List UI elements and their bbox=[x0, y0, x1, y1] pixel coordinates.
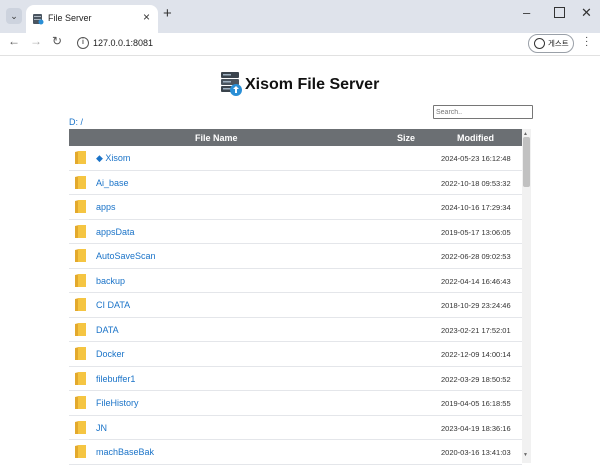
close-window-icon[interactable]: ✕ bbox=[581, 5, 592, 21]
table-row[interactable]: appsData 2019-05-17 13:06:05 bbox=[69, 220, 522, 244]
folder-icon bbox=[75, 249, 86, 262]
table-scrollbar[interactable]: ▲ ▼ bbox=[522, 129, 531, 463]
file-name-link[interactable]: machBaseBak bbox=[96, 447, 154, 457]
folder-icon bbox=[75, 347, 86, 360]
table-row[interactable]: Ai_base 2022-10-18 09:53:32 bbox=[69, 171, 522, 195]
minimize-icon[interactable]: – bbox=[523, 5, 530, 20]
table-row[interactable]: DATA 2023-02-21 17:52:01 bbox=[69, 318, 522, 342]
file-name-link[interactable]: Ai_base bbox=[96, 178, 129, 188]
modified-date: 2022-06-28 09:02:53 bbox=[441, 252, 511, 261]
modified-date: 2023-02-21 17:52:01 bbox=[441, 325, 511, 335]
server-favicon-icon bbox=[33, 14, 44, 25]
scroll-down-icon[interactable]: ▼ bbox=[523, 452, 528, 458]
table-row[interactable]: AutoSaveScan 2022-06-28 09:02:53 bbox=[69, 244, 522, 269]
file-name-link[interactable]: FileHistory bbox=[96, 398, 139, 408]
back-arrow-icon[interactable]: ← bbox=[8, 34, 20, 48]
modified-date: 2024-10-16 17:29:34 bbox=[441, 203, 511, 212]
modified-date: 2022-12-09 14:00:14 bbox=[441, 350, 511, 359]
modified-date: 2023-04-19 18:36:16 bbox=[441, 423, 511, 433]
modified-date: 2018-10-29 23:24:46 bbox=[441, 301, 511, 310]
reload-icon[interactable]: ↻ bbox=[52, 34, 62, 48]
profile-button[interactable]: 게스트 bbox=[528, 34, 574, 53]
file-name-link[interactable]: filebuffer1 bbox=[96, 374, 135, 384]
file-name-link[interactable]: JN bbox=[96, 423, 107, 433]
folder-icon bbox=[75, 151, 86, 164]
breadcrumb-path[interactable]: D: / bbox=[69, 117, 83, 127]
forward-arrow-icon[interactable]: → bbox=[30, 34, 42, 48]
folder-icon bbox=[75, 420, 86, 434]
modified-date: 2024-05-23 16:12:48 bbox=[441, 154, 511, 163]
maximize-icon[interactable] bbox=[554, 7, 565, 18]
table-row[interactable]: machBaseBak 2020-03-16 13:41:03 bbox=[69, 440, 522, 465]
address-bar[interactable]: 127.0.0.1:8081 bbox=[93, 38, 153, 48]
column-header-size[interactable]: Size bbox=[397, 133, 415, 143]
table-row[interactable]: FileHistory 2019-04-05 16:18:55 bbox=[69, 391, 522, 416]
browser-toolbar: ← → ↻ i 127.0.0.1:8081 게스트 · · · bbox=[0, 33, 600, 53]
modified-date: 2019-05-17 13:06:05 bbox=[441, 227, 511, 237]
modified-date: 2022-03-29 18:50:52 bbox=[441, 374, 511, 384]
profile-label: 게스트 bbox=[548, 39, 569, 48]
table-row[interactable]: filebuffer1 2022-03-29 18:50:52 bbox=[69, 367, 522, 391]
file-list: ◆ Xisom 2024-05-23 16:12:48 Ai_base 2022-1… bbox=[69, 146, 522, 465]
search-input[interactable] bbox=[433, 105, 533, 119]
folder-icon bbox=[75, 445, 86, 458]
file-name-link[interactable]: Docker bbox=[96, 349, 125, 359]
file-name-link[interactable]: AutoSaveScan bbox=[96, 251, 156, 261]
page-title: Xisom File Server bbox=[245, 76, 380, 93]
tab-strip: ⌄ File Server × + – ✕ bbox=[0, 0, 600, 33]
modified-date: 2022-04-14 16:46:43 bbox=[441, 276, 511, 286]
folder-icon bbox=[75, 200, 86, 213]
file-name-link[interactable]: backup bbox=[96, 276, 125, 286]
column-header-modified[interactable]: Modified bbox=[457, 133, 494, 143]
tab-search-button[interactable]: ⌄ bbox=[6, 8, 22, 24]
folder-icon bbox=[75, 273, 86, 287]
folder-icon bbox=[75, 396, 86, 409]
table-row[interactable]: Docker 2022-12-09 14:00:14 bbox=[69, 342, 522, 367]
tab-title: File Server bbox=[48, 13, 92, 23]
menu-kebab-icon[interactable]: · · · bbox=[585, 33, 588, 51]
folder-icon bbox=[75, 298, 86, 311]
table-row[interactable]: apps 2024-10-16 17:29:34 bbox=[69, 195, 522, 220]
file-server-logo-icon bbox=[221, 72, 242, 96]
file-name-link[interactable]: appsData bbox=[96, 227, 135, 237]
tab-close-icon[interactable]: × bbox=[143, 10, 150, 24]
scroll-thumb[interactable] bbox=[523, 137, 530, 187]
folder-icon bbox=[75, 322, 86, 336]
page-content: Xisom File Server D: / File Name Size Mo… bbox=[0, 55, 600, 465]
table-row[interactable]: backup 2022-04-14 16:46:43 bbox=[69, 269, 522, 293]
modified-date: 2020-03-16 13:41:03 bbox=[441, 448, 511, 457]
table-row[interactable]: ◆ Xisom 2024-05-23 16:12:48 bbox=[69, 146, 522, 171]
column-header-file-name[interactable]: File Name bbox=[195, 133, 238, 143]
folder-icon bbox=[75, 224, 86, 238]
table-row[interactable]: JN 2023-04-19 18:36:16 bbox=[69, 416, 522, 440]
tab-file-server[interactable]: File Server × bbox=[26, 5, 158, 33]
folder-icon bbox=[75, 175, 86, 189]
modified-date: 2019-04-05 16:18:55 bbox=[441, 399, 511, 408]
new-tab-icon[interactable]: + bbox=[163, 5, 172, 22]
file-name-link[interactable]: apps bbox=[96, 202, 116, 212]
file-name-link[interactable]: ◆ Xisom bbox=[96, 153, 130, 164]
profile-icon bbox=[534, 38, 545, 49]
table-row[interactable]: CI DATA 2018-10-29 23:24:46 bbox=[69, 293, 522, 318]
folder-icon bbox=[75, 371, 86, 385]
file-name-link[interactable]: DATA bbox=[96, 325, 119, 335]
file-name-link[interactable]: CI DATA bbox=[96, 300, 130, 310]
modified-date: 2022-10-18 09:53:32 bbox=[441, 178, 511, 188]
site-info-icon[interactable]: i bbox=[77, 37, 89, 49]
table-header: File Name Size Modified bbox=[69, 129, 522, 146]
